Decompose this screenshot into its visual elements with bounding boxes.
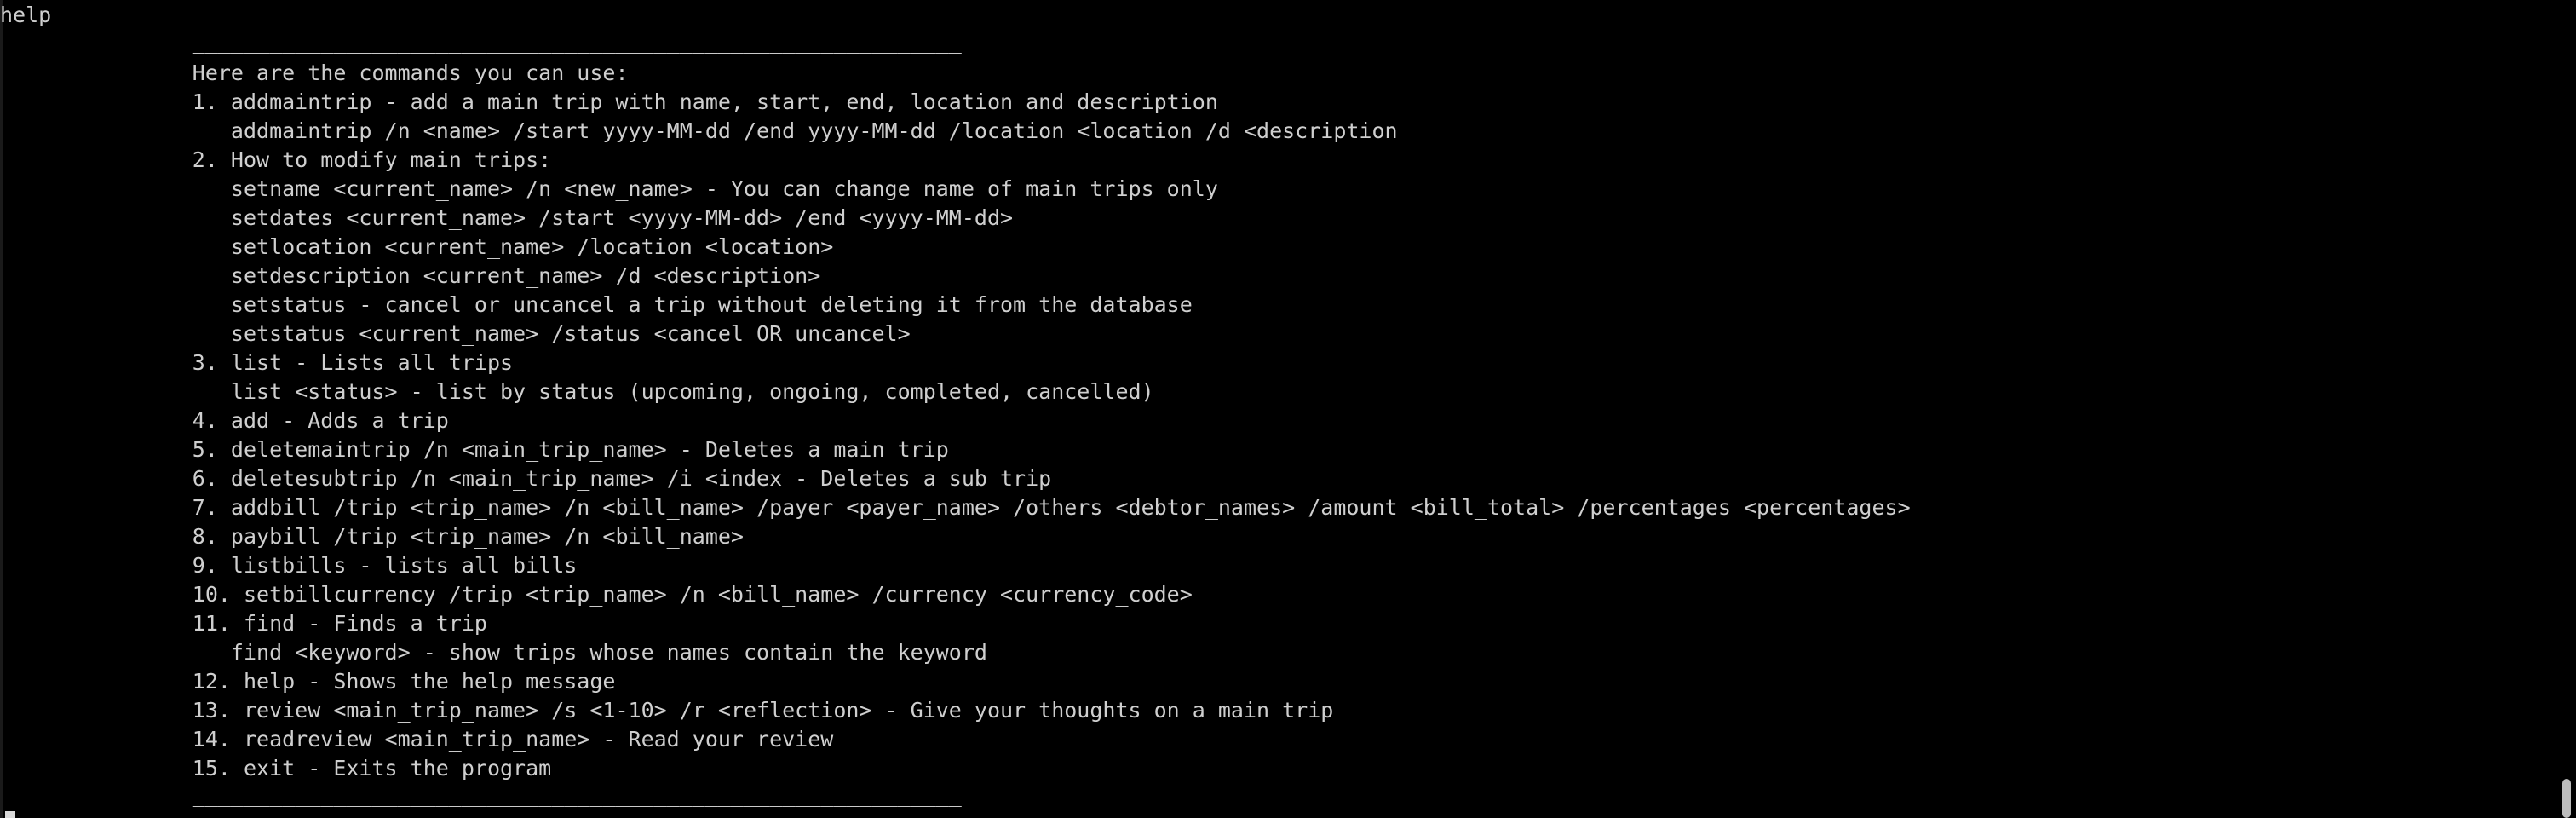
output-line: 1. addmaintrip - add a main trip with na… bbox=[0, 89, 1218, 114]
separator-line: ________________________________________… bbox=[0, 29, 962, 54]
output-line: addmaintrip /n <name> /start yyyy-MM-dd … bbox=[0, 118, 1398, 143]
terminal-window[interactable]: help ___________________________________… bbox=[0, 0, 2576, 818]
terminal-input-line: help bbox=[0, 3, 52, 27]
output-line: setstatus - cancel or uncancel a trip wi… bbox=[0, 292, 1193, 317]
separator-line: ________________________________________… bbox=[0, 782, 962, 807]
output-line: Here are the commands you can use: bbox=[0, 60, 629, 85]
output-line: 14. readreview <main_trip_name> - Read y… bbox=[0, 727, 834, 752]
output-line: 9. listbills - lists all bills bbox=[0, 553, 578, 578]
output-line: 2. How to modify main trips: bbox=[0, 147, 552, 172]
output-line: setlocation <current_name> /location <lo… bbox=[0, 234, 834, 259]
output-line: setname <current_name> /n <new_name> - Y… bbox=[0, 176, 1218, 201]
output-line: 10. setbillcurrency /trip <trip_name> /n… bbox=[0, 582, 1193, 607]
output-line: find <keyword> - show trips whose names … bbox=[0, 640, 987, 665]
text-cursor bbox=[5, 811, 15, 818]
output-line: list <status> - list by status (upcoming… bbox=[0, 379, 1154, 404]
output-line: 13. review <main_trip_name> /s <1-10> /r… bbox=[0, 698, 1334, 723]
output-line: 15. exit - Exits the program bbox=[0, 756, 552, 781]
output-line: 7. addbill /trip <trip_name> /n <bill_na… bbox=[0, 495, 1911, 520]
output-line: setdates <current_name> /start <yyyy-MM-… bbox=[0, 205, 1014, 230]
output-line: 12. help - Shows the help message bbox=[0, 669, 616, 694]
output-line: 8. paybill /trip <trip_name> /n <bill_na… bbox=[0, 524, 744, 549]
output-line: 6. deletesubtrip /n <main_trip_name> /i … bbox=[0, 466, 1052, 491]
scrollbar-thumb[interactable] bbox=[2562, 779, 2571, 818]
output-line: setstatus <current_name> /status <cancel… bbox=[0, 321, 911, 346]
output-line: 11. find - Finds a trip bbox=[0, 611, 487, 636]
output-line: setdescription <current_name> /d <descri… bbox=[0, 263, 821, 288]
output-line: 4. add - Adds a trip bbox=[0, 408, 449, 433]
output-line: 5. deletemaintrip /n <main_trip_name> - … bbox=[0, 437, 949, 462]
vertical-scrollbar[interactable] bbox=[2561, 0, 2576, 818]
output-line: 3. list - Lists all trips bbox=[0, 350, 514, 375]
